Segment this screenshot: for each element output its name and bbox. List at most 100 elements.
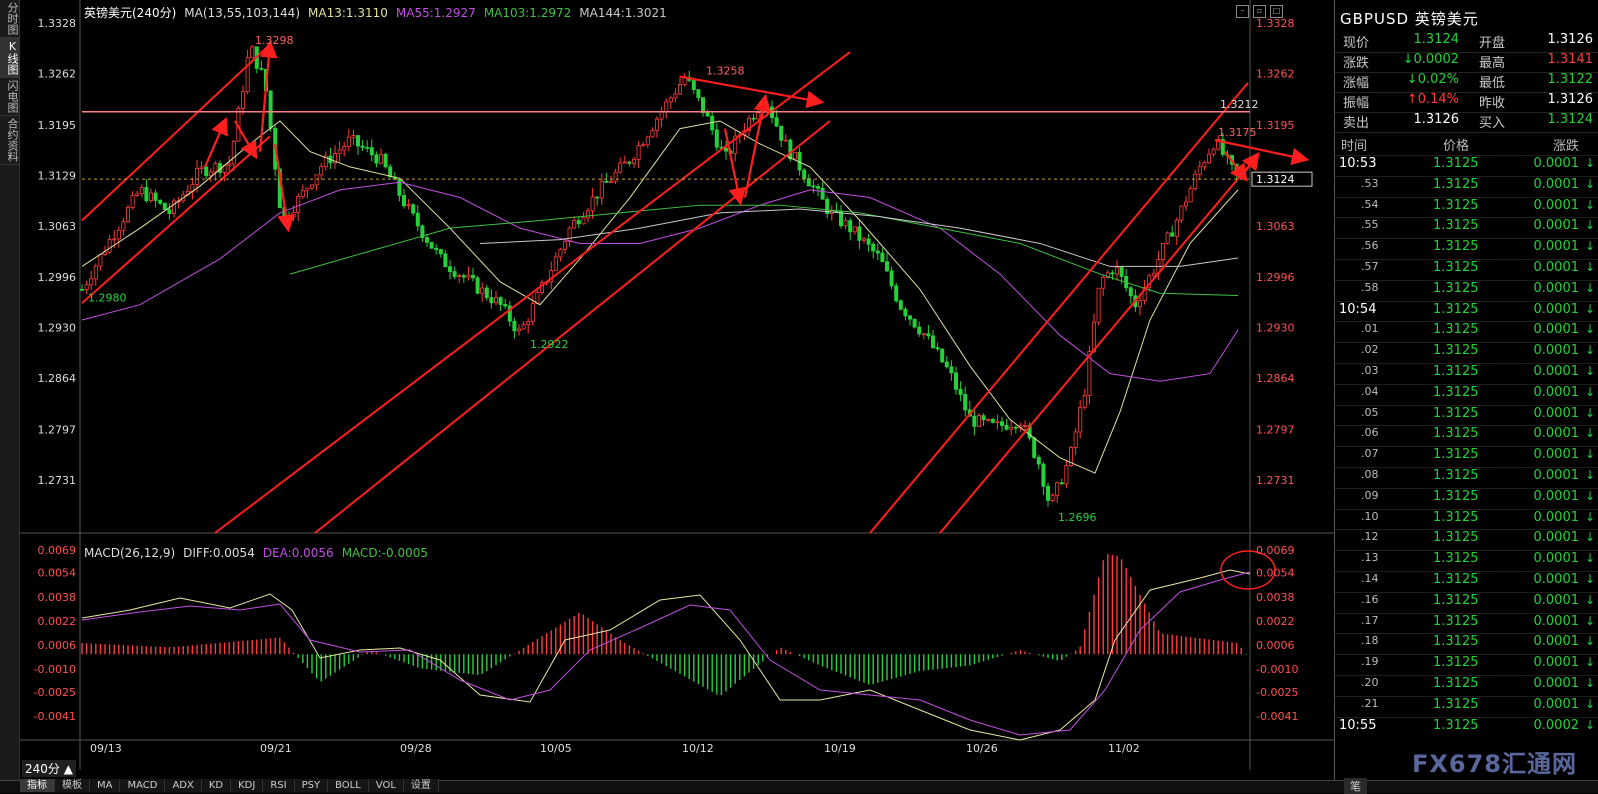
candle	[673, 93, 678, 99]
candle	[452, 271, 457, 277]
macd-axis-left-label: 0.0022	[38, 615, 77, 628]
tab-flash-chart[interactable]: 闪电图	[0, 78, 19, 116]
tab-ma[interactable]: MA	[90, 779, 121, 792]
macd-axis-left-label: -0.0025	[34, 686, 76, 699]
candle	[1128, 287, 1133, 297]
tick-row: .12 1.3125 0.0001 ↓	[1335, 529, 1598, 551]
price-axis-right-label: 1.2864	[1256, 372, 1295, 385]
candle	[401, 195, 406, 207]
candle	[245, 57, 250, 93]
quote-value: 1.3122	[1547, 72, 1594, 87]
candle	[1009, 426, 1014, 430]
tick-change: 0.0001	[1533, 509, 1580, 525]
macd-axis-right-label: -0.0025	[1256, 686, 1298, 699]
down-arrow-icon: ↓	[1584, 176, 1595, 191]
down-arrow-icon: ↓	[1584, 613, 1595, 628]
tick-time: .12	[1361, 530, 1379, 544]
candle	[250, 46, 255, 59]
candle	[1138, 300, 1143, 308]
down-arrow-icon: ↓	[1584, 488, 1595, 503]
quote-value: 1.3141	[1547, 52, 1594, 67]
period-selector[interactable]: 240分 ▲	[22, 760, 76, 777]
candle	[572, 220, 577, 229]
tab-time-chart[interactable]: 分时图	[0, 0, 19, 38]
candle	[701, 97, 706, 114]
candle	[908, 315, 913, 320]
symbol-period: 英镑美元(240分)	[84, 6, 177, 20]
candle	[1059, 482, 1064, 485]
tab-indicators[interactable]: 指标	[20, 779, 55, 792]
channel-line	[214, 51, 851, 534]
candle	[981, 415, 986, 421]
candle	[438, 249, 443, 255]
restore-icon[interactable]: ▫	[1253, 5, 1266, 18]
candle	[903, 308, 908, 317]
ma55-line	[81, 181, 1239, 382]
candle	[1165, 232, 1170, 244]
candle	[581, 217, 586, 225]
price-annotation: 1.2980	[88, 291, 127, 304]
tab-settings[interactable]: 设置	[403, 779, 439, 792]
macd-axis-right-label: -0.0041	[1256, 710, 1298, 723]
tick-time: .14	[1361, 572, 1379, 585]
tab-boll[interactable]: BOLL	[328, 779, 369, 792]
tab-vol[interactable]: VOL	[368, 779, 404, 792]
candle	[563, 241, 568, 250]
tick-price: 1.3125	[1433, 488, 1479, 504]
macd-dea: DEA:0.0056	[262, 546, 334, 560]
candle	[553, 256, 558, 271]
candle	[461, 275, 466, 278]
tab-adx[interactable]: ADX	[165, 779, 202, 792]
tick-price: 1.3125	[1433, 322, 1479, 338]
tick-time: .20	[1361, 676, 1379, 689]
tick-change: 0.0001	[1533, 301, 1580, 317]
tab-kd[interactable]: KD	[201, 779, 232, 792]
down-arrow-icon: ↓	[1584, 280, 1595, 295]
candle	[470, 274, 475, 279]
candle	[912, 318, 917, 328]
candle	[862, 238, 867, 241]
tick-change: 0.0001	[1533, 551, 1580, 567]
quote-label: 振幅	[1343, 96, 1370, 111]
candle	[627, 161, 632, 164]
tab-kline-chart[interactable]: K线图	[0, 38, 19, 78]
candle	[1013, 426, 1018, 429]
candle	[1151, 272, 1156, 277]
tick-row: .06 1.3125 0.0001 ↓	[1335, 425, 1598, 447]
candle	[1197, 166, 1202, 175]
down-arrow-icon: ↓	[1584, 592, 1595, 607]
candle	[112, 238, 117, 241]
tick-price: 1.3125	[1433, 551, 1479, 567]
minimize-icon[interactable]: –	[1236, 5, 1249, 18]
chart-window-controls: – ▫ □	[1236, 5, 1283, 18]
candle	[148, 192, 153, 201]
tab-rsi[interactable]: RSI	[263, 779, 295, 792]
kline-chart[interactable]: 1.3328 1.33281.3262 1.32621.3195 1.31951.31…	[20, 0, 1334, 780]
candle	[80, 288, 85, 291]
tab-macd[interactable]: MACD	[120, 779, 166, 792]
date-axis-label: 10/12	[682, 742, 714, 755]
tab-kdj[interactable]: KDJ	[231, 779, 264, 792]
candle	[954, 372, 959, 390]
candle	[530, 303, 535, 323]
tick-change: 0.0001	[1533, 343, 1580, 359]
tab-contract-info[interactable]: 合约资料	[0, 116, 19, 165]
tick-row: 10:54 1.3125 0.0001 ↓	[1335, 300, 1598, 323]
watermark-logo: FX678汇通网	[1412, 750, 1577, 778]
quote-value: 1.3126	[1547, 92, 1594, 107]
tab-templates[interactable]: 模板	[55, 779, 90, 792]
candle	[871, 243, 876, 252]
candle	[526, 321, 531, 326]
tab-psy[interactable]: PSY	[294, 779, 329, 792]
candle	[1188, 188, 1193, 203]
candle	[1211, 148, 1216, 155]
quote-value: 1.3124	[1413, 32, 1460, 47]
macd-label: MACD(26,12,9)	[84, 546, 176, 560]
ma-indicator-label: MA(13,55,103,144)	[184, 6, 300, 20]
candle	[944, 361, 949, 368]
price-axis-left-label: 1.3129	[38, 169, 77, 182]
col-change: 涨跌	[1553, 139, 1580, 154]
candle	[986, 418, 991, 421]
candle	[1078, 406, 1083, 433]
maximize-icon[interactable]: □	[1270, 5, 1283, 18]
